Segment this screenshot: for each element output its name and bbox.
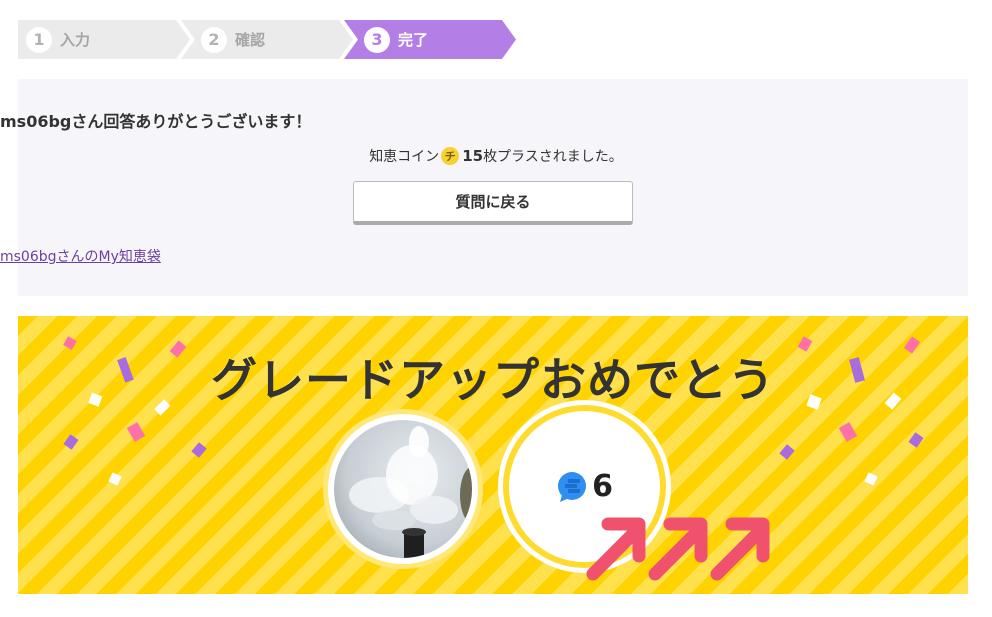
grade-display: 6 xyxy=(509,469,660,504)
coin-icon: チ xyxy=(441,147,460,165)
coin-suffix: 枚プラスされました。 xyxy=(483,149,623,165)
step-input-number: 1 xyxy=(26,26,52,53)
step-input-label: 入力 xyxy=(60,31,91,49)
coin-message: 知恵コイン チ 15 枚プラスされました。 xyxy=(0,146,992,166)
user-avatar xyxy=(323,409,483,569)
step-confirm-label: 確認 xyxy=(235,31,266,49)
grade-number: 6 xyxy=(592,469,613,504)
my-chiebukuro-link[interactable]: ms06bgさんのMy知恵袋 xyxy=(0,246,992,266)
thanks-message: ms06bgさん回答ありがとうございます！ xyxy=(0,112,312,131)
back-to-question-button[interactable]: 質問に戻る xyxy=(353,181,633,225)
flower-vase-picture xyxy=(349,426,472,558)
step-confirm: 2 確認 xyxy=(181,20,353,59)
avatar-image xyxy=(334,420,472,558)
grade-up-banner: グレードアップおめでとう 6 xyxy=(18,316,968,594)
step-complete: 3 完了 xyxy=(344,20,516,59)
grade-up-arrows xyxy=(586,517,770,581)
step-complete-number: 3 xyxy=(364,26,390,53)
step-input: 1 入力 xyxy=(18,20,190,59)
coin-prefix: 知恵コイン xyxy=(369,149,440,165)
step-confirm-number: 2 xyxy=(201,26,227,53)
coin-amount: 15 xyxy=(462,147,484,165)
my-chiebukuro-link-text[interactable]: ms06bgさんのMy知恵袋 xyxy=(0,249,161,265)
speech-bubble-icon xyxy=(558,471,587,502)
grade-up-title: グレードアップおめでとう xyxy=(211,353,775,407)
step-indicator: 1 入力 2 確認 3 完了 xyxy=(18,20,518,59)
step-complete-label: 完了 xyxy=(398,31,429,49)
